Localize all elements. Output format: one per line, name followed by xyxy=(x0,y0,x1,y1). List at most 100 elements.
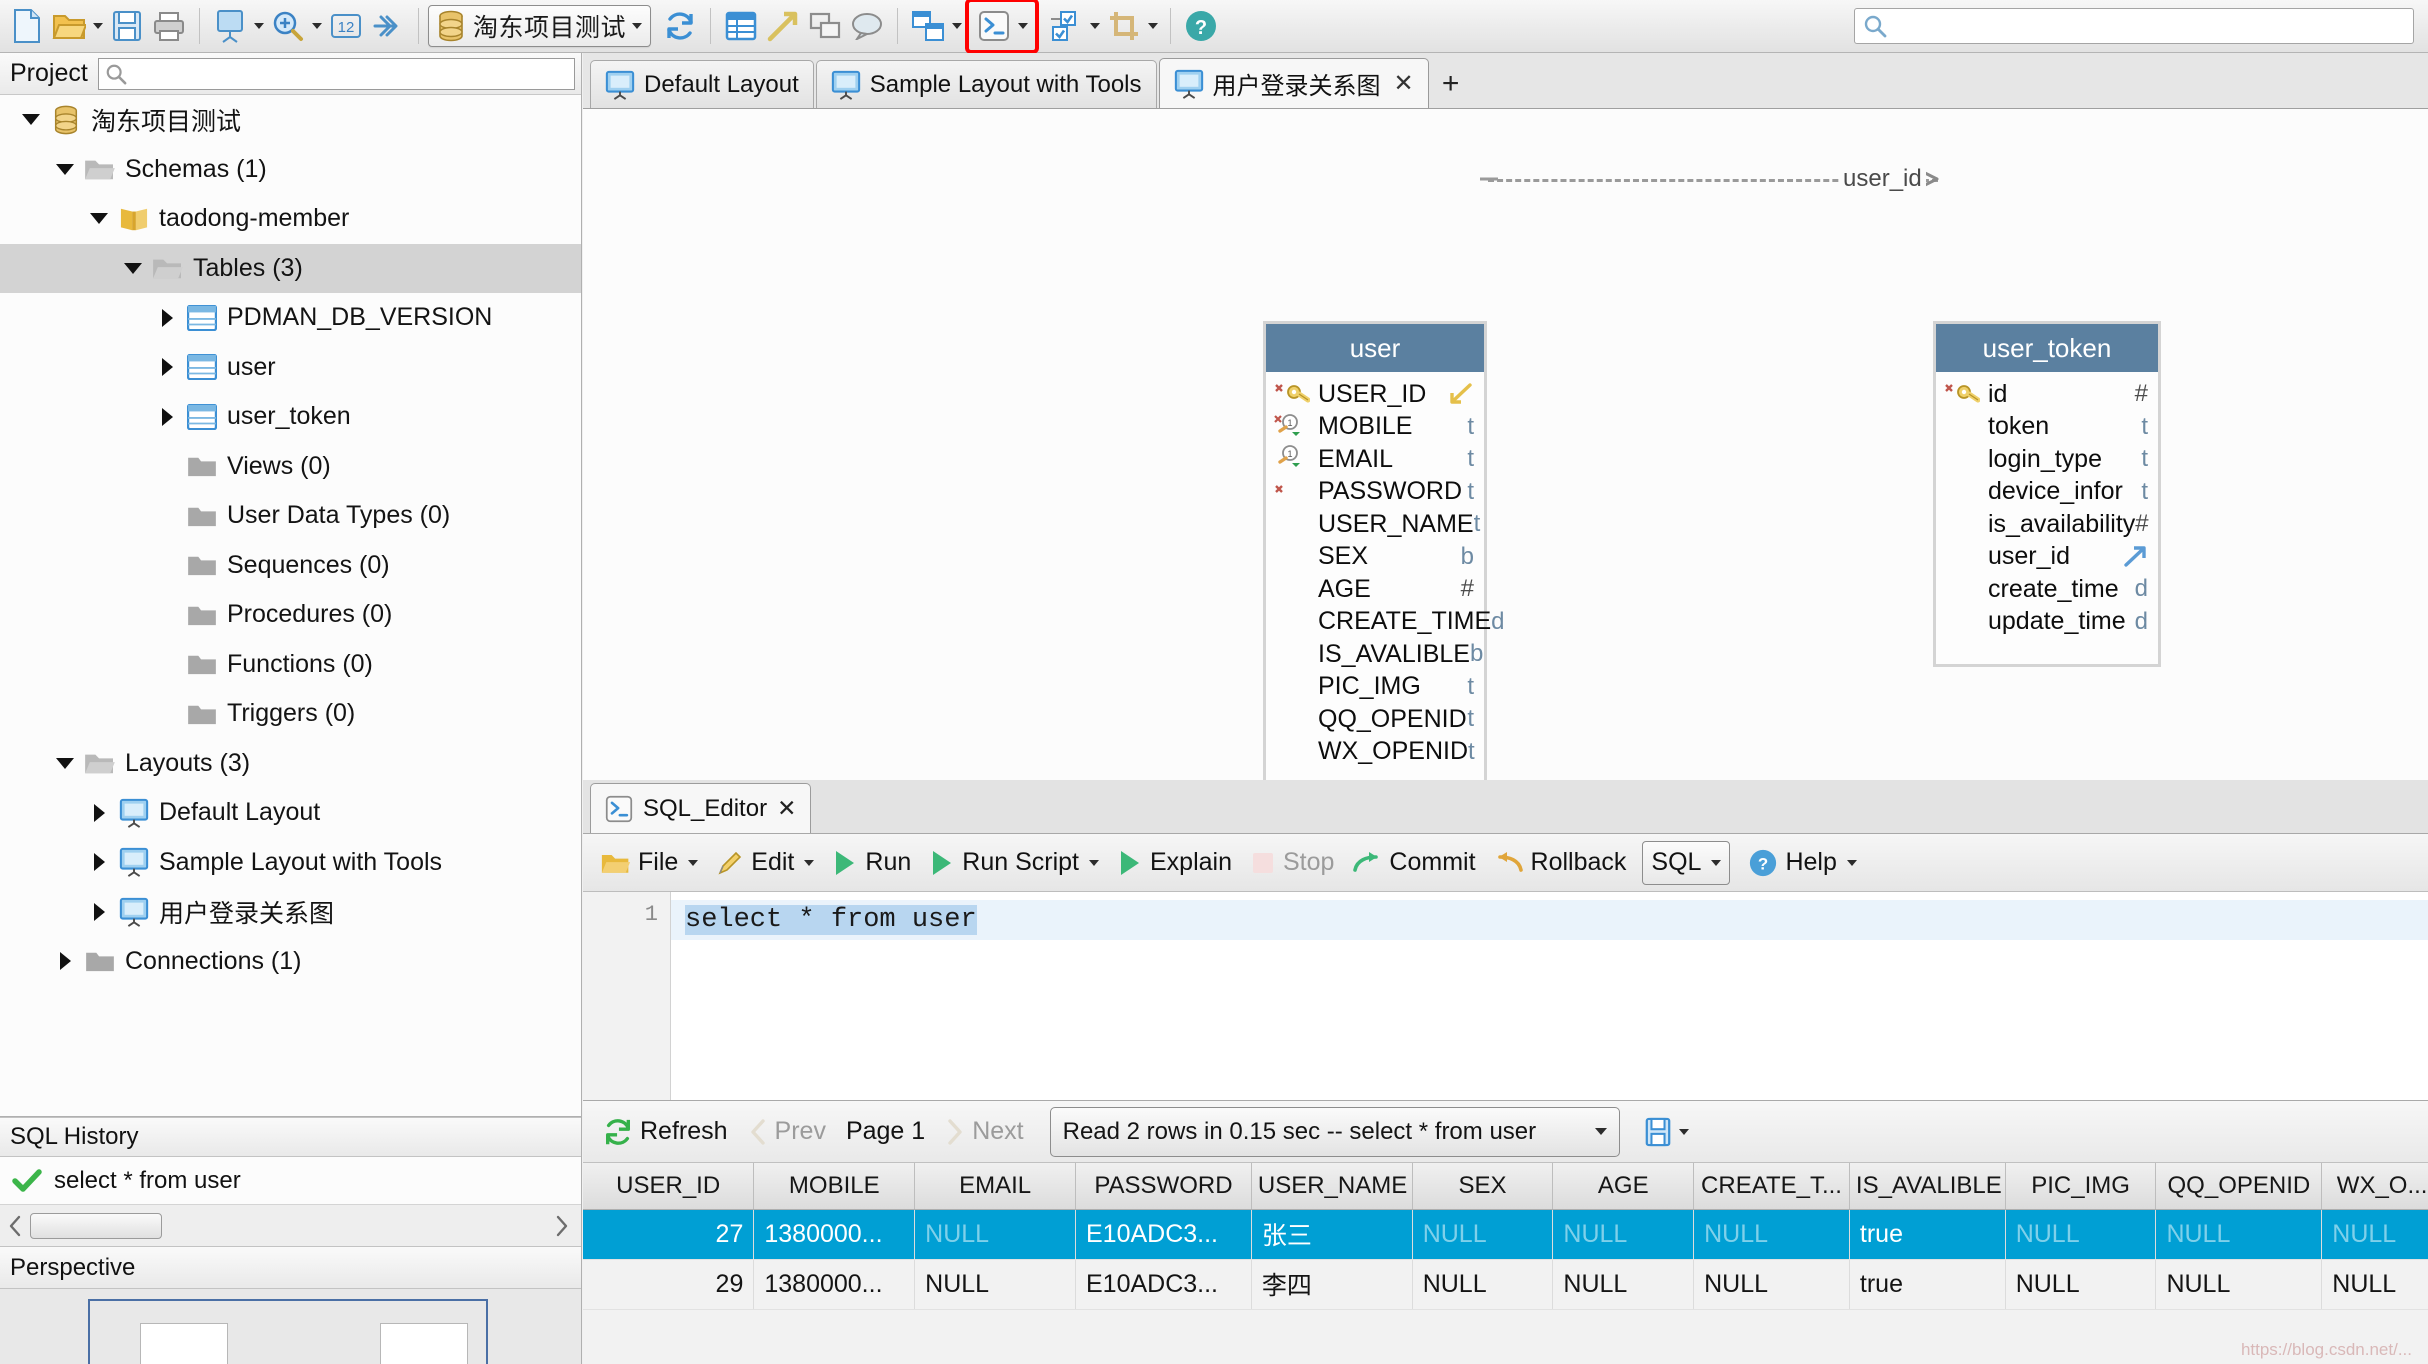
next-page-button[interactable]: Next xyxy=(937,1108,1031,1156)
results-cell[interactable]: NULL xyxy=(914,1259,1076,1310)
results-cell[interactable]: NULL xyxy=(2321,1259,2428,1310)
explain-button[interactable]: Explain xyxy=(1109,839,1240,887)
results-row[interactable]: 27 1380000... NULL E10ADC3... 张三 NULL NULL NULL… xyxy=(583,1209,2428,1260)
database-selector-caret-icon[interactable] xyxy=(632,23,643,29)
results-grid[interactable]: USER_ID MOBILE EMAIL PASSWORD USER_NAME SEX AG… xyxy=(583,1163,2428,1364)
diagram-tab-close-icon[interactable]: ✕ xyxy=(1394,69,1414,98)
column-header[interactable]: PIC_IMG xyxy=(2005,1163,2157,1210)
export-results-button[interactable] xyxy=(1636,1108,1697,1156)
zoom-caret-icon[interactable] xyxy=(309,4,325,48)
er-column-row[interactable]: token t xyxy=(1936,411,2158,444)
results-cell[interactable]: 张三 xyxy=(1251,1209,1413,1260)
chevron-right-icon[interactable] xyxy=(93,853,105,872)
sql-history-horizontal-scrollbar[interactable] xyxy=(0,1205,581,1247)
chevron-down-icon[interactable] xyxy=(1594,1128,1607,1135)
er-column-row[interactable]: PASSWORD t xyxy=(1266,476,1484,509)
er-column-row[interactable]: 1 MOBILE t xyxy=(1266,411,1484,444)
results-cell[interactable]: 李四 xyxy=(1251,1259,1413,1310)
tree-expander[interactable] xyxy=(82,853,116,872)
sql-editor-tab[interactable]: SQL_Editor ✕ xyxy=(590,783,812,833)
crop-icon[interactable] xyxy=(1103,4,1145,48)
er-column-row[interactable]: update_time d xyxy=(1936,606,2158,639)
results-cell[interactable]: NULL xyxy=(2005,1259,2157,1310)
er-column-row[interactable]: login_type t xyxy=(1936,443,2158,476)
diagram-tab-3[interactable]: 用户登录关系图 ✕ xyxy=(1158,58,1429,108)
column-header[interactable]: MOBILE xyxy=(753,1163,916,1210)
checkbox-list-caret-icon[interactable] xyxy=(1087,4,1103,48)
diagram-tab-2[interactable]: Sample Layout with Tools xyxy=(815,60,1157,108)
open-folder-caret-icon[interactable] xyxy=(90,4,106,48)
results-cell[interactable]: E10ADC3... xyxy=(1075,1259,1252,1310)
er-column-row[interactable]: WX_OPENID t xyxy=(1266,736,1484,769)
expand-icon[interactable] xyxy=(367,4,409,48)
tree-item-triggers-0[interactable]: Triggers (0) xyxy=(0,689,581,739)
tree-expander[interactable] xyxy=(82,902,116,921)
chevron-down-icon[interactable] xyxy=(1846,859,1857,866)
chevron-left-icon[interactable] xyxy=(6,1214,24,1238)
tree-item-[interactable]: 用户登录关系图 xyxy=(0,887,581,937)
chevron-right-icon[interactable] xyxy=(161,407,173,426)
column-header[interactable]: USER_NAME xyxy=(1251,1163,1413,1210)
column-header[interactable]: CREATE_T... xyxy=(1693,1163,1850,1210)
tree-item-default-layout[interactable]: Default Layout xyxy=(0,788,581,838)
sql-editor-icon[interactable] xyxy=(973,4,1015,48)
tree-item-pdman-db-version[interactable]: PDMAN_DB_VERSION xyxy=(0,293,581,343)
er-column-row[interactable]: USER_NAME t xyxy=(1266,508,1484,541)
results-cell[interactable]: NULL xyxy=(2155,1209,2323,1260)
er-column-row[interactable]: USER_ID xyxy=(1266,378,1484,411)
database-selector[interactable]: 淘东项目测试 xyxy=(428,5,652,47)
tree-item-layouts-3[interactable]: Layouts (3) xyxy=(0,739,581,789)
er-column-row[interactable]: user_id xyxy=(1936,541,2158,574)
comment-bubble-icon[interactable] xyxy=(846,4,888,48)
print-icon[interactable] xyxy=(148,4,190,48)
sql-dialect-dropdown[interactable]: SQL xyxy=(1642,840,1731,885)
prev-page-button[interactable]: Prev xyxy=(740,1108,834,1156)
run-button[interactable]: Run xyxy=(824,839,919,887)
global-search-field[interactable] xyxy=(1887,12,2413,40)
edit-button[interactable]: Edit xyxy=(708,839,822,887)
column-header[interactable]: EMAIL xyxy=(914,1163,1076,1210)
tree-item-views-0[interactable]: Views (0) xyxy=(0,442,581,492)
relation-arrow-icon[interactable] xyxy=(762,4,804,48)
results-cell[interactable]: NULL xyxy=(2155,1259,2323,1310)
font-size-icon[interactable]: 12 xyxy=(325,4,367,48)
tree-expander[interactable] xyxy=(150,308,184,327)
results-cell[interactable]: 29 xyxy=(583,1259,755,1310)
tree-item-taodong-member[interactable]: taodong-member xyxy=(0,194,581,244)
tree-expander[interactable] xyxy=(116,262,150,274)
checkbox-list-icon[interactable] xyxy=(1045,4,1087,48)
column-header[interactable]: QQ_OPENID xyxy=(2155,1163,2323,1210)
results-cell[interactable]: NULL xyxy=(914,1209,1076,1260)
note-shape-icon[interactable] xyxy=(804,4,846,48)
chevron-down-icon[interactable] xyxy=(688,859,699,866)
tree-item-tables-3[interactable]: Tables (3) xyxy=(0,243,581,293)
results-cell[interactable]: 1380000... xyxy=(753,1259,916,1310)
sql-editor-tab-close-icon[interactable]: ✕ xyxy=(777,795,796,822)
chevron-down-icon[interactable] xyxy=(56,163,74,175)
column-header[interactable]: SEX xyxy=(1412,1163,1554,1210)
code-text[interactable]: select * from user xyxy=(685,905,977,935)
tree-expander[interactable] xyxy=(48,757,82,769)
column-header[interactable]: PASSWORD xyxy=(1075,1163,1252,1210)
run-script-button[interactable]: Run Script xyxy=(921,839,1107,887)
results-cell[interactable]: NULL xyxy=(1693,1209,1850,1260)
help-button[interactable]: ? Help xyxy=(1740,839,1864,887)
refresh-icon[interactable] xyxy=(659,4,701,48)
results-cell[interactable]: true xyxy=(1849,1259,2006,1310)
crop-caret-icon[interactable] xyxy=(1145,4,1161,48)
diagram-tab-1[interactable]: Default Layout xyxy=(590,60,814,108)
chevron-right-icon[interactable] xyxy=(93,902,105,921)
er-column-row[interactable]: PIC_IMG t xyxy=(1266,671,1484,704)
help-icon[interactable]: ? xyxy=(1180,4,1222,48)
er-column-row[interactable]: is_availability # xyxy=(1936,508,2158,541)
tree-item-procedures-0[interactable]: Procedures (0) xyxy=(0,590,581,640)
results-cell[interactable]: NULL xyxy=(2321,1209,2428,1260)
new-file-icon[interactable] xyxy=(6,4,48,48)
er-column-row[interactable]: 1 EMAIL t xyxy=(1266,443,1484,476)
diagram-canvas[interactable]: user_id user USER_ID 1 MOBILE t 1 EMAIL t PASSWO… xyxy=(583,109,2428,780)
tree-expander[interactable] xyxy=(14,114,48,126)
sql-history-item[interactable]: select * from user xyxy=(0,1157,581,1205)
results-cell[interactable]: NULL xyxy=(1412,1209,1554,1260)
tree-item-connections-1[interactable]: Connections (1) xyxy=(0,937,581,987)
chevron-right-icon[interactable] xyxy=(553,1214,571,1238)
